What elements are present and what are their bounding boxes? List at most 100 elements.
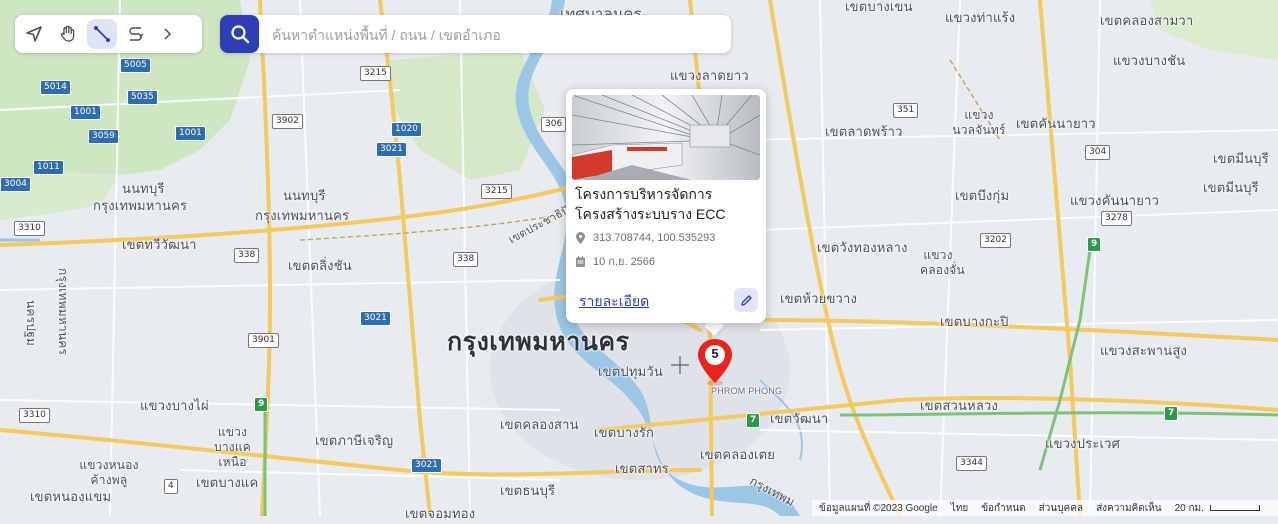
map-label: แขวงบางไผ่	[140, 398, 209, 413]
toolbar-expand-button[interactable]	[157, 19, 177, 49]
crosshair-icon	[671, 356, 689, 374]
location-pin-icon	[575, 232, 585, 244]
road-shield: 3202	[980, 233, 1011, 248]
tool-measure[interactable]	[87, 19, 117, 49]
hand-pan-icon	[60, 25, 75, 42]
map-label: เขตบางกะปิ	[940, 314, 1009, 329]
details-link[interactable]: รายละเอียด	[579, 291, 649, 313]
map-label: เขตสวนหลวง	[920, 398, 999, 413]
map-label: เขตสาทร	[615, 461, 669, 476]
road-shield: 1001	[70, 105, 101, 120]
road-shield: 338	[453, 252, 479, 267]
scale-label: 20 กม.	[1174, 502, 1204, 514]
navigate-icon	[26, 26, 42, 42]
search-button[interactable]	[220, 15, 259, 53]
map-label: กรุงเทพมหานคร	[255, 208, 350, 223]
road-shield: 3310	[14, 221, 45, 236]
road-shield: 7	[746, 413, 761, 428]
map-label: แขวงท่าแร้ง	[945, 10, 1016, 25]
privacy-link[interactable]: ส่วนบุคคล	[1039, 501, 1083, 516]
map-attribution: ข้อมูลแผนที่ ©2023 Google ไทย ข้อกำหนด ส…	[812, 500, 1278, 516]
map-label: นครปฐม	[24, 300, 38, 347]
road-shield: 3021	[411, 458, 442, 473]
chevron-right-icon	[164, 28, 172, 40]
map-label: นนทบุรี	[283, 188, 326, 203]
road-shield: 1001	[175, 126, 206, 141]
map-label: แขวงสะพานสูง	[1100, 343, 1188, 358]
map-label: กรุงเทพมหานคร	[93, 198, 188, 213]
map-label: แขวงนวลจันทร์	[952, 108, 1006, 137]
map-label: เขตภาษีเจริญ	[315, 433, 394, 448]
coordinates-row: 313.708744, 100.535293	[575, 232, 715, 244]
road-shield: 3901	[248, 333, 279, 348]
road-shield: 3278	[1101, 211, 1132, 226]
search-input[interactable]	[270, 15, 724, 55]
project-photo	[572, 95, 760, 180]
map-label: แขวงคันนายาว	[1070, 193, 1160, 208]
tool-pan[interactable]	[53, 19, 83, 49]
map-label: เขตคลองสามวา	[1100, 13, 1194, 28]
scale-bar	[1209, 505, 1260, 511]
road-shield: 9	[1087, 237, 1102, 252]
tool-navigate[interactable]	[19, 19, 49, 49]
popup-title: โครงการบริหารจัดการโครงสร้างระบบราง ECC	[575, 186, 726, 222]
search-bar	[220, 15, 731, 55]
location-popup: โครงการบริหารจัดการโครงสร้างระบบราง ECC …	[566, 89, 766, 323]
map-label: เขตคันนายาว	[1016, 116, 1096, 131]
map-label: เขตธนบุรี	[500, 483, 556, 498]
road-shield: 3021	[376, 142, 407, 157]
road-shield: 5035	[127, 90, 158, 105]
calendar-icon	[575, 255, 585, 267]
road-shield: 3215	[481, 184, 512, 199]
map-label: เขตปทุมวัน	[598, 364, 663, 379]
measure-line-icon	[94, 26, 110, 42]
map-toolbar	[15, 15, 202, 53]
road-shield: 1020	[391, 122, 422, 137]
feedback-link[interactable]: ส่งความคิดเห็น	[1096, 501, 1162, 516]
map-label: แขวงบางแคเหนือ	[214, 425, 251, 469]
road-shield: 3004	[0, 177, 31, 192]
map-label: PHROM PHONG	[711, 386, 783, 396]
language-link[interactable]: ไทย	[951, 501, 968, 516]
draw-path-icon	[129, 27, 144, 41]
edit-button[interactable]	[734, 288, 758, 312]
map-label: เขตหนองแขม	[30, 489, 112, 504]
road-shield: 3059	[88, 129, 119, 144]
map-label: เขตห้วยขวาง	[780, 291, 858, 306]
tool-draw-path[interactable]	[121, 19, 151, 49]
road-shield: 4	[164, 479, 178, 494]
map-label: เขตบางรัก	[594, 425, 655, 440]
map-label: เขตตลิ่งชัน	[288, 258, 352, 273]
map-label: เขตวังทองหลาง	[817, 240, 908, 255]
marker-count: 5	[711, 346, 719, 361]
map-label: กรุงเทพมหานคร	[56, 268, 70, 356]
map-data-credit: ข้อมูลแผนที่ ©2023 Google	[819, 502, 938, 514]
map-label: เขตบางแค	[196, 475, 259, 490]
road-shield: 1011	[33, 160, 64, 175]
map-label: เขตจอมทอง	[405, 506, 476, 521]
road-shield: 306	[541, 117, 567, 132]
terms-link[interactable]: ข้อกำหนด	[981, 501, 1025, 516]
map-label: แขวงคลองจั่น	[920, 248, 965, 277]
map-label: เขตวัฒนา	[770, 411, 829, 426]
city-label: กรุงเทพมหานคร	[447, 328, 630, 356]
map-label: เขตมีนบุรี	[1213, 151, 1269, 166]
road-shield: 338	[234, 248, 260, 263]
map-label: แขวงลาดยาว	[670, 68, 749, 83]
date-row: 10 ก.ย. 2566	[575, 252, 655, 270]
map-label: แขวงบางชัน	[1113, 53, 1186, 68]
map-label: เขตมีนบุรี	[1203, 180, 1259, 195]
map-label: เขตลาดพร้าว	[825, 124, 903, 139]
road-shield: 3021	[360, 311, 391, 326]
road-shield: 3344	[956, 456, 987, 471]
road-shield: 3215	[360, 66, 391, 81]
map-label: เขตคลองเตย	[700, 447, 776, 462]
map-label: เขตคลองสาน	[500, 417, 579, 432]
map-label: แขวงประเวศ	[1045, 436, 1121, 451]
road-shield: 7	[1164, 406, 1179, 421]
edit-icon	[740, 294, 752, 306]
road-shield: 9	[254, 397, 269, 412]
map-label: เขตบึงกุ่ม	[955, 188, 1010, 203]
road-shield: 5014	[40, 80, 71, 95]
road-shield: 3902	[272, 114, 303, 129]
